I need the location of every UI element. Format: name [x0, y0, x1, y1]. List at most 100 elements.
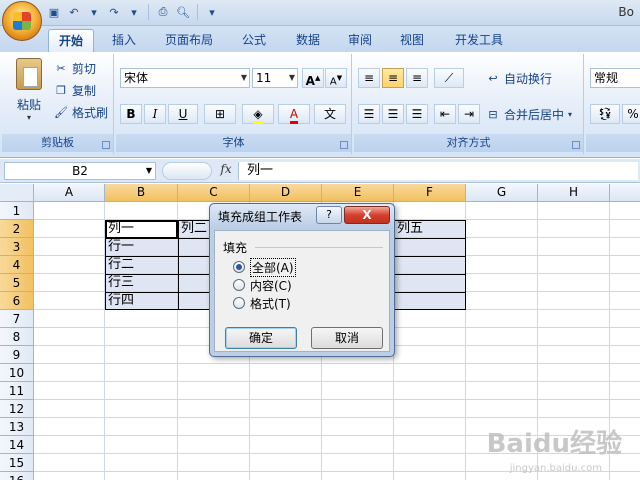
row-header-16[interactable]: 16: [0, 472, 34, 480]
insert-function-icon[interactable]: fx: [216, 162, 236, 176]
cut-button[interactable]: ✂ 剪切: [54, 60, 96, 78]
row-header-10[interactable]: 10: [0, 364, 34, 382]
row-header-15[interactable]: 15: [0, 454, 34, 472]
cell-b5[interactable]: 行三: [105, 274, 178, 292]
formula-bar-expander[interactable]: [162, 162, 212, 180]
merge-center-button[interactable]: ⊟ 合并后居中 ▾: [486, 106, 572, 124]
align-center-button[interactable]: ☰: [382, 104, 404, 124]
cell-b6[interactable]: 行四: [105, 292, 178, 310]
tab-data[interactable]: 数据: [288, 29, 328, 52]
undo-dropdown-icon[interactable]: ▾: [86, 4, 102, 20]
alignment-launcher-icon[interactable]: [572, 141, 580, 149]
format-painter-button[interactable]: 🖌︎ 格式刷: [54, 104, 108, 122]
option-formats[interactable]: 格式(T): [233, 294, 291, 312]
print-preview-icon[interactable]: 🔍︎: [175, 4, 191, 20]
font-name-combo[interactable]: 宋体 ▼: [120, 68, 250, 88]
align-right-button[interactable]: ☰: [406, 104, 428, 124]
align-middle-button[interactable]: ≡: [382, 68, 404, 88]
row-header-7[interactable]: 7: [0, 310, 34, 328]
row-header-4[interactable]: 4: [0, 256, 34, 274]
row-header-11[interactable]: 11: [0, 382, 34, 400]
column-header-c[interactable]: C: [178, 184, 250, 202]
row-header-1[interactable]: 1: [0, 202, 34, 220]
column-header-i[interactable]: [610, 184, 640, 202]
tab-review[interactable]: 审阅: [340, 29, 380, 52]
name-box[interactable]: B2 ▼: [4, 162, 156, 180]
wrap-text-button[interactable]: ↩ 自动换行: [486, 70, 552, 88]
orientation-button[interactable]: ⟋: [434, 68, 464, 88]
row-header-14[interactable]: 14: [0, 436, 34, 454]
row-header-12[interactable]: 12: [0, 400, 34, 418]
select-all-corner[interactable]: [0, 184, 34, 202]
row-header-3[interactable]: 3: [0, 238, 34, 256]
font-size-combo[interactable]: 11 ▼: [252, 68, 298, 88]
close-button[interactable]: X: [344, 206, 390, 224]
column-header-g[interactable]: G: [466, 184, 538, 202]
column-header-d[interactable]: D: [250, 184, 322, 202]
cancel-button[interactable]: 取消: [311, 327, 383, 349]
percent-style-button[interactable]: %: [622, 104, 640, 124]
decrease-indent-button[interactable]: ⇤: [434, 104, 456, 124]
align-top-button[interactable]: ≡: [358, 68, 380, 88]
row-header-5[interactable]: 5: [0, 274, 34, 292]
radio-all[interactable]: [233, 261, 245, 273]
tab-formulas[interactable]: 公式: [234, 29, 274, 52]
grow-font-button[interactable]: A▲: [302, 68, 324, 88]
redo-icon[interactable]: ↷: [106, 4, 122, 20]
bold-button[interactable]: B: [120, 104, 142, 124]
underline-button[interactable]: U: [168, 104, 198, 124]
clipboard-launcher-icon[interactable]: [102, 141, 110, 149]
cell-b3[interactable]: 行一: [105, 238, 178, 256]
copy-button[interactable]: ❐ 复制: [54, 82, 96, 100]
cell-f2[interactable]: 列五: [394, 220, 466, 238]
radio-formats[interactable]: [233, 297, 245, 309]
column-header-e[interactable]: E: [322, 184, 394, 202]
cell-b2[interactable]: 列一: [105, 220, 178, 238]
redo-dropdown-icon[interactable]: ▾: [126, 4, 142, 20]
paste-dropdown-icon[interactable]: ▾: [12, 113, 46, 122]
borders-button[interactable]: ⊞: [204, 104, 236, 124]
align-bottom-button[interactable]: ≡: [406, 68, 428, 88]
tab-developer[interactable]: 开发工具: [446, 29, 512, 52]
help-button[interactable]: ?: [316, 206, 342, 224]
tab-view[interactable]: 视图: [392, 29, 432, 52]
column-header-f[interactable]: F: [394, 184, 466, 202]
font-color-button[interactable]: A: [278, 104, 310, 124]
tab-page-layout[interactable]: 页面布局: [156, 29, 222, 52]
office-button[interactable]: [2, 1, 42, 41]
font-launcher-icon[interactable]: [340, 141, 348, 149]
formula-input[interactable]: 列一: [238, 162, 638, 180]
customize-qat-icon[interactable]: ▾: [204, 4, 220, 20]
cell-b4[interactable]: 行二: [105, 256, 178, 274]
column-header-h[interactable]: H: [538, 184, 610, 202]
shrink-font-button[interactable]: A▼: [325, 68, 347, 88]
row-header-9[interactable]: 9: [0, 346, 34, 364]
tab-insert[interactable]: 插入: [104, 29, 144, 52]
save-icon[interactable]: ▣: [46, 4, 62, 20]
accounting-format-button[interactable]: 💱︎: [590, 104, 620, 124]
increase-indent-button[interactable]: ⇥: [458, 104, 480, 124]
italic-button[interactable]: I: [144, 104, 166, 124]
column-header-a[interactable]: A: [34, 184, 105, 202]
fill-color-button[interactable]: ◈: [242, 104, 274, 124]
option-contents[interactable]: 内容(C): [233, 276, 292, 294]
ok-button[interactable]: 确定: [225, 327, 297, 349]
row-header-2[interactable]: 2: [0, 220, 34, 238]
option-all[interactable]: 全部(A): [233, 257, 296, 277]
print-icon[interactable]: ⎙: [155, 4, 171, 20]
column-header-b[interactable]: B: [105, 184, 178, 202]
row-header-13[interactable]: 13: [0, 418, 34, 436]
paste-button[interactable]: 粘贴 ▾: [12, 58, 46, 122]
radio-contents[interactable]: [233, 279, 245, 291]
align-left-button[interactable]: ☰: [358, 104, 380, 124]
dialog-title-bar[interactable]: 填充成组工作表 ? X: [210, 204, 394, 228]
number-group-label: [586, 134, 640, 152]
chevron-down-icon[interactable]: ▼: [146, 163, 152, 179]
number-format-combo[interactable]: 常规: [590, 68, 640, 88]
row-header-6[interactable]: 6: [0, 292, 34, 310]
tab-home[interactable]: 开始: [48, 29, 94, 52]
phonetic-button[interactable]: 文: [314, 104, 346, 124]
row-header-8[interactable]: 8: [0, 328, 34, 346]
chevron-down-icon[interactable]: ▾: [568, 106, 572, 124]
undo-icon[interactable]: ↶: [66, 4, 82, 20]
